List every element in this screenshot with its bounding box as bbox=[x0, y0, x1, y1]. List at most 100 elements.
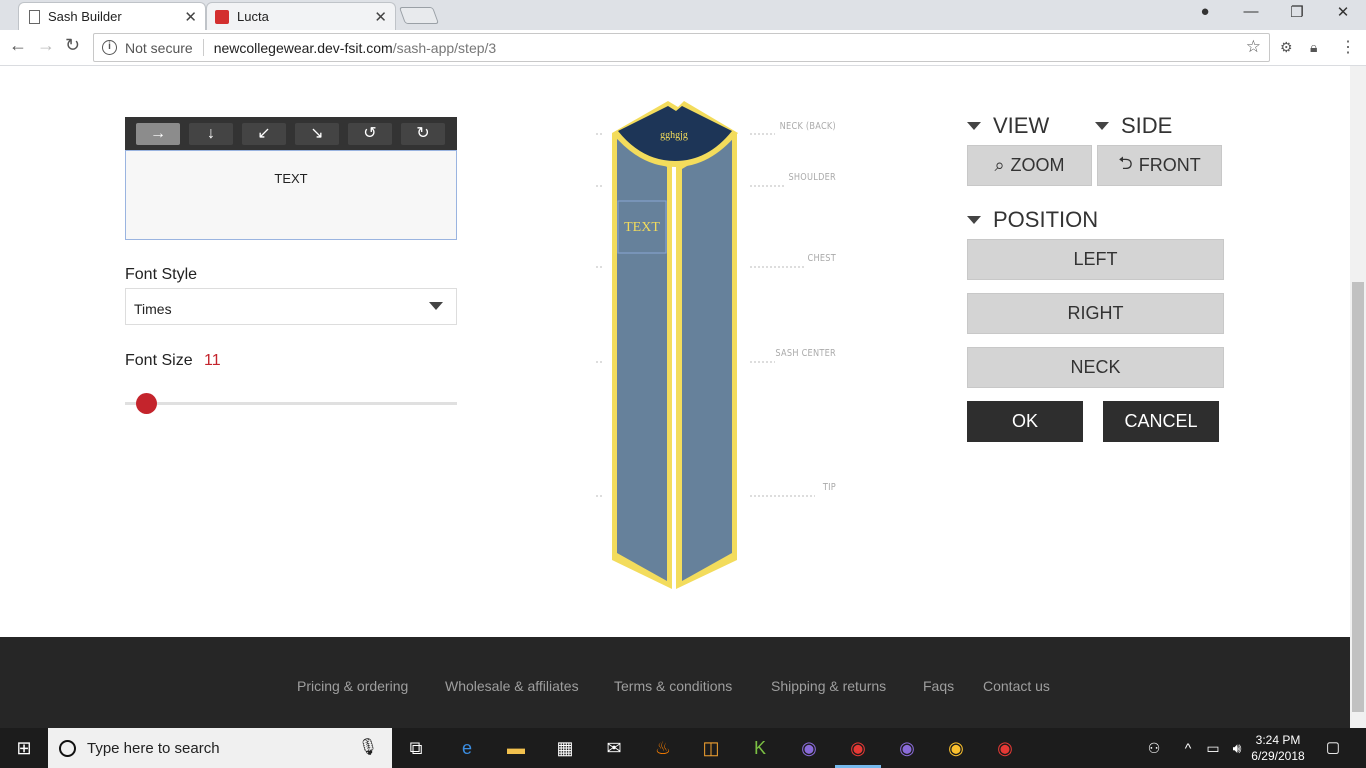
microphone-icon[interactable]: 🎙︎ bbox=[358, 737, 378, 757]
footer-link-terms[interactable]: Terms & conditions bbox=[614, 678, 732, 694]
tab-title: Lucta bbox=[237, 9, 269, 24]
position-neck-button[interactable]: NECK bbox=[967, 347, 1224, 388]
chevron-up-icon[interactable]: ^ bbox=[1177, 737, 1199, 759]
site-footer: Pricing & ordering Wholesale & affiliate… bbox=[0, 637, 1350, 728]
kotlin-icon[interactable]: K bbox=[749, 737, 771, 759]
font-size-value: 11 bbox=[204, 352, 221, 369]
position-right-button[interactable]: RIGHT bbox=[967, 293, 1224, 334]
taskbar-search[interactable]: Type here to search 🎙︎ bbox=[48, 728, 392, 768]
store-icon[interactable]: ▦ bbox=[554, 737, 576, 759]
new-tab-button[interactable] bbox=[398, 7, 440, 24]
search-placeholder: Type here to search bbox=[87, 739, 220, 757]
back-arrow-icon[interactable]: ← bbox=[9, 35, 27, 56]
label-chest: CHEST bbox=[807, 253, 836, 264]
lucta-favicon-icon bbox=[215, 9, 229, 24]
browser-toolbar: ← → ↻ i Not secure newcollegewear.dev-fs… bbox=[0, 30, 1366, 66]
font-style-select[interactable]: Times bbox=[125, 288, 457, 325]
eclipse-icon[interactable]: ◉ bbox=[798, 737, 820, 759]
side-header[interactable]: SIDE bbox=[1095, 113, 1172, 139]
tab-title: Sash Builder bbox=[48, 9, 122, 24]
edge-icon[interactable]: e bbox=[456, 737, 478, 759]
reload-icon[interactable]: ↻ bbox=[65, 35, 80, 56]
position-left-button[interactable]: LEFT bbox=[967, 239, 1224, 280]
cancel-button[interactable]: CANCEL bbox=[1103, 401, 1219, 442]
notifications-icon[interactable]: ▢ bbox=[1322, 737, 1344, 759]
windows-taskbar: ⊞ Type here to search 🎙︎ ⧉ e ▬ ▦ ✉ ♨ ◫ K… bbox=[0, 728, 1366, 768]
chrome-icon[interactable]: ◉ bbox=[994, 737, 1016, 759]
down-left-arrow-icon[interactable]: ↙ bbox=[242, 123, 286, 145]
browser-tab-bar: Sash Builder ✕ Lucta ✕ ● — ❐ ✕ bbox=[0, 0, 1366, 30]
close-tab-icon[interactable]: ✕ bbox=[184, 8, 197, 26]
tab-sash-builder[interactable]: Sash Builder ✕ bbox=[18, 2, 206, 30]
front-label: FRONT bbox=[1138, 155, 1201, 175]
label-sash-center: SASH CENTER bbox=[775, 348, 836, 359]
close-tab-icon[interactable]: ✕ bbox=[374, 8, 387, 26]
people-icon[interactable]: ⚇ bbox=[1143, 737, 1165, 759]
position-header[interactable]: POSITION bbox=[967, 207, 1098, 233]
zoom-button[interactable]: ⌕ ZOOM bbox=[967, 145, 1092, 186]
outlook-icon[interactable]: ◫ bbox=[700, 737, 722, 759]
sash-neck-text: gghgjg bbox=[660, 130, 688, 141]
font-size-slider-thumb[interactable] bbox=[136, 393, 157, 414]
tab-lucta[interactable]: Lucta ✕ bbox=[206, 2, 396, 30]
firebird-icon[interactable]: ♨ bbox=[652, 737, 674, 759]
chrome-icon[interactable]: ◉ bbox=[847, 737, 869, 759]
footer-link-shipping[interactable]: Shipping & returns bbox=[771, 678, 886, 694]
forward-arrow-icon[interactable]: → bbox=[37, 35, 55, 56]
network-icon[interactable]: ▭ bbox=[1202, 737, 1224, 759]
volume-icon[interactable]: 🔊︎ bbox=[1226, 737, 1248, 759]
taskbar-clock[interactable]: 3:24 PM 6/29/2018 bbox=[1250, 732, 1306, 764]
mail-icon[interactable]: ✉ bbox=[603, 737, 625, 759]
info-icon[interactable]: i bbox=[102, 40, 117, 55]
font-size-label: Font Size bbox=[125, 352, 193, 369]
zoom-icon: ⌕ bbox=[994, 155, 1005, 175]
ok-button[interactable]: OK bbox=[967, 401, 1083, 442]
task-view-icon[interactable]: ⧉ bbox=[405, 737, 427, 759]
view-header[interactable]: VIEW bbox=[967, 113, 1049, 139]
font-style-value: Times bbox=[134, 301, 172, 317]
menu-kebab-icon[interactable]: ⋮ bbox=[1340, 37, 1356, 57]
extension-icon[interactable]: ⚙ bbox=[1280, 39, 1293, 56]
extension-lock-icon[interactable]: 🔒︎ bbox=[1310, 39, 1317, 56]
sash-text-input[interactable]: TEXT bbox=[125, 150, 457, 240]
sash-right-panel bbox=[682, 139, 732, 581]
rotate-left-icon[interactable]: ↺ bbox=[348, 123, 392, 145]
footer-link-faqs[interactable]: Faqs bbox=[923, 678, 954, 694]
cortana-icon bbox=[59, 739, 76, 757]
minimize-icon[interactable]: — bbox=[1228, 3, 1274, 20]
font-size-slider-track[interactable] bbox=[125, 402, 457, 405]
footer-link-wholesale[interactable]: Wholesale & affiliates bbox=[445, 678, 579, 694]
side-label: SIDE bbox=[1121, 113, 1173, 138]
label-tip: TIP bbox=[822, 482, 836, 493]
right-arrow-icon[interactable]: → bbox=[136, 123, 180, 145]
window-close-icon[interactable]: ✕ bbox=[1320, 3, 1366, 21]
sash-preview: gghgjg TEXT bbox=[596, 101, 815, 589]
caret-down-icon bbox=[967, 122, 981, 130]
profile-icon[interactable]: ● bbox=[1182, 3, 1228, 20]
front-button[interactable]: ⮌ FRONT bbox=[1097, 145, 1222, 186]
position-label: POSITION bbox=[993, 207, 1099, 232]
windows-start-icon[interactable]: ⊞ bbox=[13, 737, 35, 759]
footer-link-contact[interactable]: Contact us bbox=[983, 678, 1050, 694]
security-status: Not secure bbox=[125, 39, 193, 56]
caret-down-icon bbox=[967, 216, 981, 224]
file-explorer-icon[interactable]: ▬ bbox=[505, 737, 527, 759]
label-shoulder: SHOULDER bbox=[788, 172, 836, 183]
text-direction-toolbar: → ↓ ↙ ↘ ↺ ↻ bbox=[125, 117, 457, 150]
font-style-label: Font Style bbox=[125, 266, 198, 283]
rotate-right-icon[interactable]: ↻ bbox=[401, 123, 445, 145]
clock-date: 6/29/2018 bbox=[1251, 749, 1305, 763]
bookmark-star-icon[interactable]: ☆ bbox=[1246, 37, 1261, 57]
address-bar[interactable]: i Not secure newcollegewear.dev-fsit.com… bbox=[93, 33, 1270, 62]
url-path: /sash-app/step/3 bbox=[392, 39, 497, 56]
eclipse-icon[interactable]: ◉ bbox=[896, 737, 918, 759]
down-right-arrow-icon[interactable]: ↘ bbox=[295, 123, 339, 145]
restore-icon[interactable]: ❐ bbox=[1274, 3, 1320, 21]
footer-link-pricing[interactable]: Pricing & ordering bbox=[297, 678, 408, 694]
chrome-icon[interactable]: ◉ bbox=[945, 737, 967, 759]
label-neck-back: NECK (BACK) bbox=[779, 121, 836, 132]
scrollbar-thumb[interactable] bbox=[1352, 282, 1364, 712]
down-arrow-icon[interactable]: ↓ bbox=[189, 123, 233, 145]
caret-down-icon bbox=[1095, 122, 1109, 130]
sash-body-text: TEXT bbox=[624, 220, 660, 235]
